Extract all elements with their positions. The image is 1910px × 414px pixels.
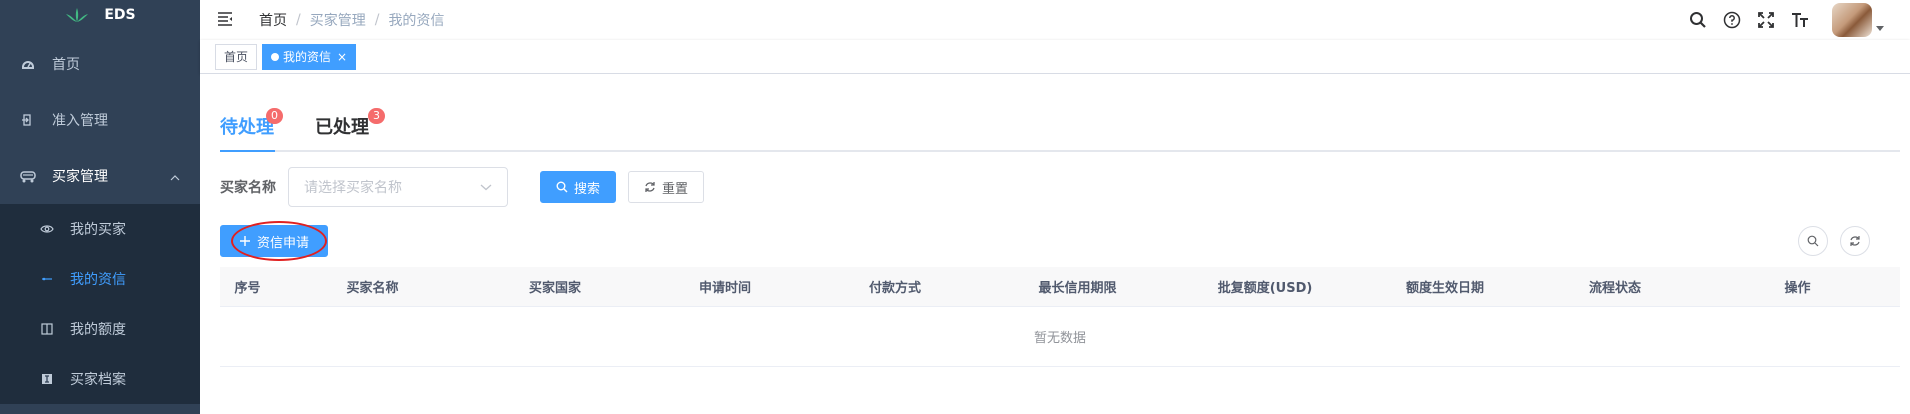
sidebar-item-label: 首页 xyxy=(52,57,80,73)
avatar[interactable] xyxy=(1832,3,1872,37)
font-size-icon[interactable] xyxy=(1790,10,1810,30)
breadcrumb-current: 我的资信 xyxy=(388,13,445,29)
column-header: 批复额度(USD) xyxy=(1217,281,1313,296)
plus-icon xyxy=(239,235,251,247)
tab-pending[interactable]: 待处理 xyxy=(220,104,274,150)
sidebar-item-label: 我的资信 xyxy=(70,272,126,288)
table-empty-text: 暂无数据 xyxy=(220,307,1900,367)
sidebar: EDS 首页 准入管理 买家管理 我的买家 我的资信 我的额度 买家档案 xyxy=(0,0,200,414)
sidebar-item-label: 我的买家 xyxy=(70,222,126,238)
sidebar-item-buyer-archive[interactable]: 买家档案 xyxy=(0,354,200,404)
tab-processed[interactable]: 已处理 xyxy=(315,104,369,150)
tab-label: 待处理 xyxy=(220,117,274,138)
table-header: 序号 买家名称 买家国家 申请时间 付款方式 最长信用期限 批复额度(USD) … xyxy=(220,267,1900,307)
refresh-icon xyxy=(1850,236,1860,246)
submenu-buyer-management: 我的买家 我的资信 我的额度 买家档案 xyxy=(0,204,200,404)
buyer-name-select[interactable]: 请选择买家名称 xyxy=(288,167,508,207)
credit-apply-button[interactable]: 资信申请 xyxy=(220,225,328,257)
chevron-down-icon xyxy=(480,179,492,195)
sidebar-item-admission[interactable]: 准入管理 xyxy=(0,92,200,148)
sidebar-item-home[interactable]: 首页 xyxy=(0,36,200,92)
breadcrumb-home[interactable]: 首页 xyxy=(259,10,287,30)
search-icon xyxy=(556,181,568,193)
tab-label: 已处理 xyxy=(315,117,369,138)
app-logo[interactable]: EDS xyxy=(0,0,200,30)
sidebar-item-label: 买家档案 xyxy=(70,372,126,388)
app-name: EDS xyxy=(104,7,136,23)
help-icon[interactable] xyxy=(1722,10,1742,30)
tag-my-credit[interactable]: 我的资信 × xyxy=(262,43,357,70)
chevron-up-icon xyxy=(170,170,180,186)
sidebar-item-label: 买家管理 xyxy=(52,169,108,185)
sidebar-item-buyer-management[interactable]: 买家管理 xyxy=(0,148,200,204)
navbar: 首页 / 买家管理 / 我的资信 xyxy=(200,0,1910,40)
enter-icon xyxy=(20,112,36,128)
breadcrumb: 首页 / 买家管理 / 我的资信 xyxy=(259,10,445,30)
column-header: 买家名称 xyxy=(346,281,399,296)
navbar-tools xyxy=(1674,0,1910,40)
column-header: 额度生效日期 xyxy=(1405,281,1484,296)
columns-icon xyxy=(40,322,54,336)
status-tabs: 待处理 0 已处理 3 xyxy=(220,104,1900,152)
link-icon xyxy=(40,272,54,286)
leaf-logo-icon xyxy=(66,8,89,22)
active-tab-indicator xyxy=(220,150,275,152)
table-tools xyxy=(1798,226,1870,256)
credit-table: 序号 买家名称 买家国家 申请时间 付款方式 最长信用期限 批复额度(USD) … xyxy=(220,267,1900,367)
sidebar-item-label: 我的额度 xyxy=(70,322,126,338)
search-icon xyxy=(1807,235,1819,247)
user-menu[interactable] xyxy=(1832,3,1884,37)
main-content: 待处理 0 已处理 3 买家名称 请选择买家名称 搜索 重置 资信申请 序号 买… xyxy=(200,74,1910,414)
sidebar-item-my-quota[interactable]: 我的额度 xyxy=(0,304,200,354)
close-icon[interactable]: × xyxy=(337,45,347,69)
column-header: 流程状态 xyxy=(1588,281,1641,296)
column-header: 买家国家 xyxy=(528,281,581,296)
toggle-search-button[interactable] xyxy=(1798,226,1828,256)
column-header: 操作 xyxy=(1784,281,1811,296)
active-dot-icon xyxy=(271,52,280,61)
sidebar-item-my-buyers[interactable]: 我的买家 xyxy=(0,204,200,254)
pending-count-badge: 0 xyxy=(266,108,283,124)
column-header: 申请时间 xyxy=(698,281,751,296)
tag-label: 我的资信 xyxy=(283,49,332,64)
buyer-name-label: 买家名称 xyxy=(220,180,276,196)
column-header: 最长信用期限 xyxy=(1038,281,1117,296)
tag-label: 首页 xyxy=(224,49,249,64)
dashboard-icon xyxy=(20,56,36,72)
column-header: 序号 xyxy=(234,281,261,296)
processed-count-badge: 3 xyxy=(368,108,385,124)
sidebar-item-my-credit[interactable]: 我的资信 xyxy=(0,254,200,304)
fullscreen-icon[interactable] xyxy=(1756,10,1776,30)
refresh-icon xyxy=(644,181,656,193)
document-icon xyxy=(40,372,54,386)
search-form: 买家名称 请选择买家名称 搜索 重置 xyxy=(220,167,705,207)
refresh-button[interactable] xyxy=(1840,226,1870,256)
hamburger-menu-icon[interactable] xyxy=(217,12,233,28)
caret-down-icon xyxy=(1876,26,1884,31)
reset-button[interactable]: 重置 xyxy=(628,171,705,203)
eye-icon xyxy=(40,222,54,236)
user-group-icon xyxy=(20,168,36,184)
breadcrumb-buyer-management[interactable]: 买家管理 xyxy=(310,10,366,30)
tags-view: 首页 我的资信 × xyxy=(200,40,1910,74)
tag-home[interactable]: 首页 xyxy=(215,43,258,70)
search-button[interactable]: 搜索 xyxy=(540,171,617,203)
select-placeholder: 请选择买家名称 xyxy=(304,180,402,196)
search-icon[interactable] xyxy=(1688,10,1708,30)
sidebar-item-label: 准入管理 xyxy=(52,113,108,129)
column-header: 付款方式 xyxy=(868,281,921,296)
